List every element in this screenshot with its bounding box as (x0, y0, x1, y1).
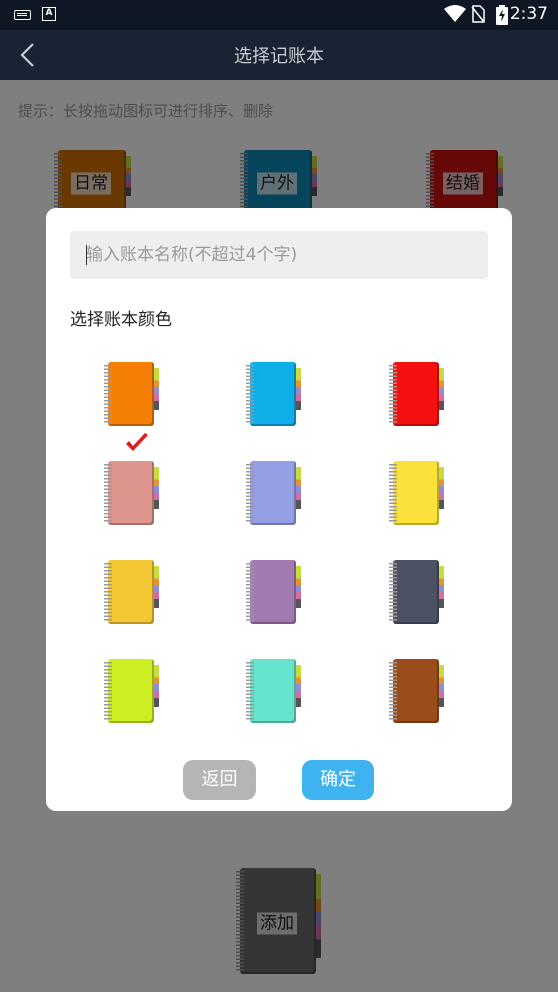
dialog-confirm-button[interactable]: 确定 (302, 760, 374, 800)
notebook-cover (108, 560, 154, 624)
color-option-yellow[interactable] (389, 461, 449, 525)
color-option-gold[interactable] (104, 560, 164, 624)
page-title: 选择记账本 (234, 46, 324, 67)
spiral-binding (389, 662, 397, 720)
spiral-binding (104, 365, 112, 423)
divider-tabs (154, 566, 159, 608)
spiral-binding (389, 563, 397, 621)
spiral-binding (104, 662, 112, 720)
no-sim-icon (471, 5, 485, 23)
notebook-cover (393, 461, 439, 525)
color-option-orange[interactable] (104, 362, 164, 426)
spiral-binding (104, 464, 112, 522)
keyboard-icon (14, 10, 31, 20)
color-section-label: 选择账本颜色 (70, 310, 172, 330)
divider-tabs (296, 665, 301, 707)
divider-tabs (296, 368, 301, 410)
clock: 2:37 (509, 4, 548, 24)
color-option-red[interactable] (389, 362, 449, 426)
app-notification-icon: A (42, 7, 56, 21)
divider-tabs (154, 467, 159, 509)
color-option-mint[interactable] (246, 659, 306, 723)
header: 选择记账本 (0, 30, 558, 80)
notebook-cover (250, 461, 296, 525)
notebook-cover (393, 659, 439, 723)
notebook-cover (393, 362, 439, 426)
notebook-cover (393, 560, 439, 624)
color-option-lime[interactable] (104, 659, 164, 723)
text-cursor (86, 245, 87, 265)
divider-tabs (439, 665, 444, 707)
divider-tabs (439, 368, 444, 410)
divider-tabs (439, 467, 444, 509)
create-book-dialog: 选择账本颜色 返回 确定 (46, 208, 512, 811)
notebook-cover (108, 362, 154, 426)
selected-check-icon (126, 433, 148, 451)
divider-tabs (439, 566, 444, 608)
spiral-binding (246, 563, 254, 621)
color-option-sky-blue[interactable] (246, 362, 306, 426)
color-option-slate[interactable] (389, 560, 449, 624)
notebook-cover (250, 560, 296, 624)
notebook-cover (250, 362, 296, 426)
divider-tabs (154, 368, 159, 410)
spiral-binding (246, 662, 254, 720)
notebook-cover (108, 659, 154, 723)
divider-tabs (296, 566, 301, 608)
spiral-binding (389, 365, 397, 423)
color-option-dusty-pink[interactable] (104, 461, 164, 525)
color-option-periwinkle[interactable] (246, 461, 306, 525)
spiral-binding (104, 563, 112, 621)
status-bar: A 2:37 (0, 0, 558, 30)
notebook-cover (250, 659, 296, 723)
divider-tabs (154, 665, 159, 707)
spiral-binding (246, 365, 254, 423)
spiral-binding (246, 464, 254, 522)
notebook-cover (108, 461, 154, 525)
wifi-icon (444, 5, 466, 22)
battery-charging-icon (496, 5, 508, 25)
divider-tabs (296, 467, 301, 509)
color-option-purple[interactable] (246, 560, 306, 624)
book-name-input[interactable] (70, 231, 488, 279)
color-option-brown[interactable] (389, 659, 449, 723)
dialog-back-button[interactable]: 返回 (183, 760, 256, 800)
spiral-binding (389, 464, 397, 522)
